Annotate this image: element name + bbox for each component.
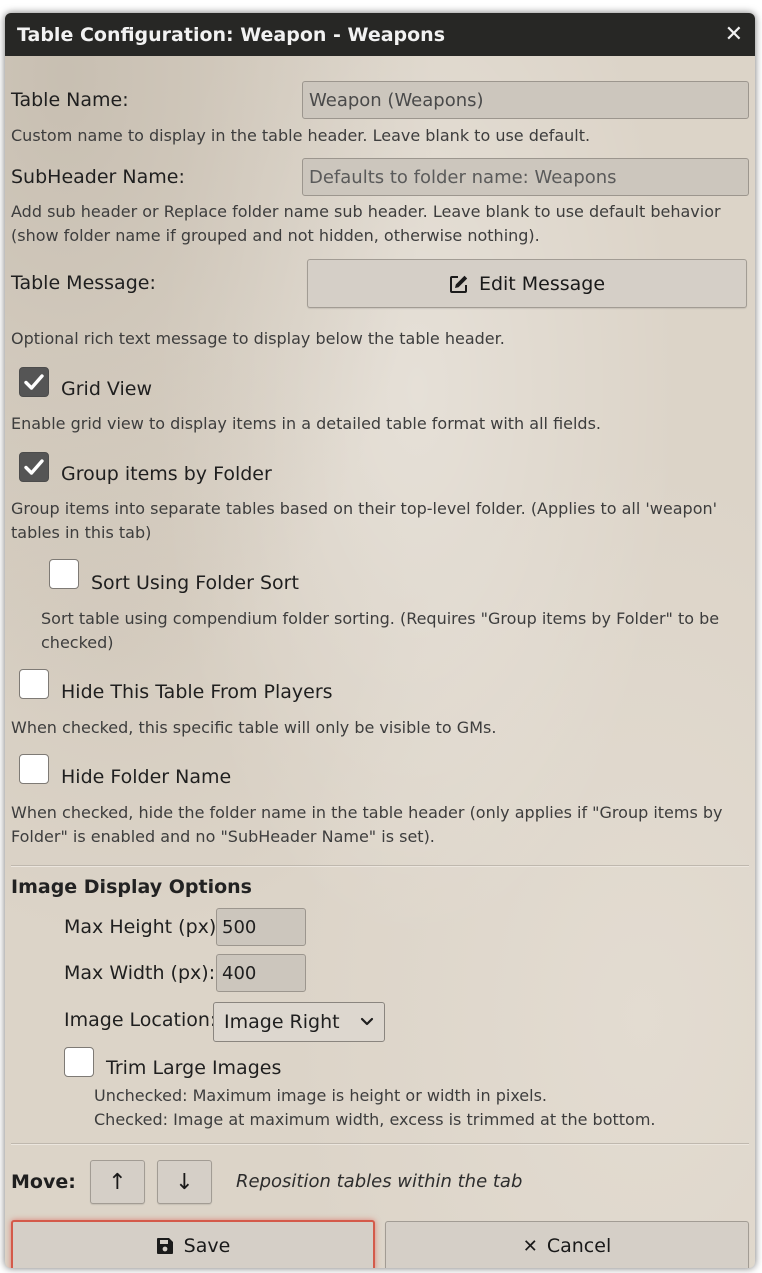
trim-checked-hint: Checked: Image at maximum width, excess … <box>94 1110 656 1129</box>
subheader-name-label: SubHeader Name: <box>11 166 185 188</box>
table-name-label: Table Name: <box>11 89 129 111</box>
subheader-name-input[interactable] <box>302 158 749 196</box>
save-label: Save <box>183 1235 231 1257</box>
hide-from-players-hint: When checked, this specific table will o… <box>11 718 497 737</box>
group-by-folder-hint: Group items into separate tables based o… <box>11 499 718 542</box>
image-location-select[interactable]: Image Right <box>213 1002 385 1042</box>
edit-message-label: Edit Message <box>478 272 606 295</box>
trim-unchecked-hint: Unchecked: Maximum image is height or wi… <box>94 1086 547 1105</box>
close-icon[interactable]: ✕ <box>725 23 743 46</box>
grid-view-label: Grid View <box>61 378 153 400</box>
arrow-up-icon: ↑ <box>108 1169 127 1195</box>
trim-images-checkbox[interactable] <box>64 1047 94 1077</box>
cancel-label: Cancel <box>546 1235 612 1257</box>
move-down-button[interactable]: ↓ <box>157 1160 212 1204</box>
chevron-down-icon <box>360 1017 374 1026</box>
checkmark-icon <box>24 459 44 475</box>
hide-from-players-checkbox[interactable] <box>19 669 49 699</box>
hide-from-players-label: Hide This Table From Players <box>61 681 333 703</box>
sort-folder-hint: Sort table using compendium folder sorti… <box>41 609 720 652</box>
group-by-folder-checkbox[interactable] <box>19 452 49 482</box>
save-button[interactable]: Save <box>11 1220 375 1268</box>
hide-folder-name-label: Hide Folder Name <box>61 766 232 788</box>
sort-folder-checkbox[interactable] <box>49 559 79 589</box>
trim-images-label: Trim Large Images <box>106 1057 282 1079</box>
checkmark-icon <box>24 374 44 390</box>
section-divider <box>11 865 749 866</box>
max-height-input[interactable] <box>216 908 306 946</box>
close-icon: ✕ <box>522 1235 538 1257</box>
move-label: Move: <box>11 1171 76 1193</box>
sort-folder-label: Sort Using Folder Sort <box>91 572 299 594</box>
grid-view-checkbox[interactable] <box>19 367 49 397</box>
floppy-disk-icon <box>156 1238 173 1254</box>
dialog-title: Table Configuration: Weapon - Weapons <box>17 23 446 46</box>
arrow-down-icon: ↓ <box>175 1169 194 1195</box>
section-divider <box>11 1143 749 1144</box>
image-location-value: Image Right <box>224 1011 340 1033</box>
edit-message-button[interactable]: Edit Message <box>307 259 747 308</box>
cancel-button[interactable]: ✕ Cancel <box>385 1221 749 1268</box>
table-configuration-dialog: Table Configuration: Weapon - Weapons ✕ … <box>5 13 755 1268</box>
hide-folder-name-checkbox[interactable] <box>19 754 49 784</box>
grid-view-hint: Enable grid view to display items in a d… <box>11 414 602 433</box>
max-height-label: Max Height (px): <box>64 916 223 938</box>
table-message-label: Table Message: <box>11 272 156 294</box>
table-name-hint: Custom name to display in the table head… <box>11 126 591 145</box>
max-width-label: Max Width (px): <box>64 962 216 984</box>
image-options-title: Image Display Options <box>11 876 252 898</box>
dialog-titlebar[interactable]: Table Configuration: Weapon - Weapons ✕ <box>5 13 755 56</box>
max-width-input[interactable] <box>216 954 306 992</box>
subheader-name-hint: Add sub header or Replace folder name su… <box>11 202 721 245</box>
image-location-label: Image Location: <box>64 1009 217 1031</box>
hide-folder-name-hint: When checked, hide the folder name in th… <box>11 803 723 846</box>
group-by-folder-label: Group items by Folder <box>61 463 272 485</box>
edit-icon <box>449 275 468 293</box>
table-message-hint: Optional rich text message to display be… <box>11 329 505 348</box>
table-name-input[interactable] <box>302 81 749 119</box>
move-hint: Reposition tables within the tab <box>236 1171 523 1192</box>
move-up-button[interactable]: ↑ <box>90 1160 145 1204</box>
